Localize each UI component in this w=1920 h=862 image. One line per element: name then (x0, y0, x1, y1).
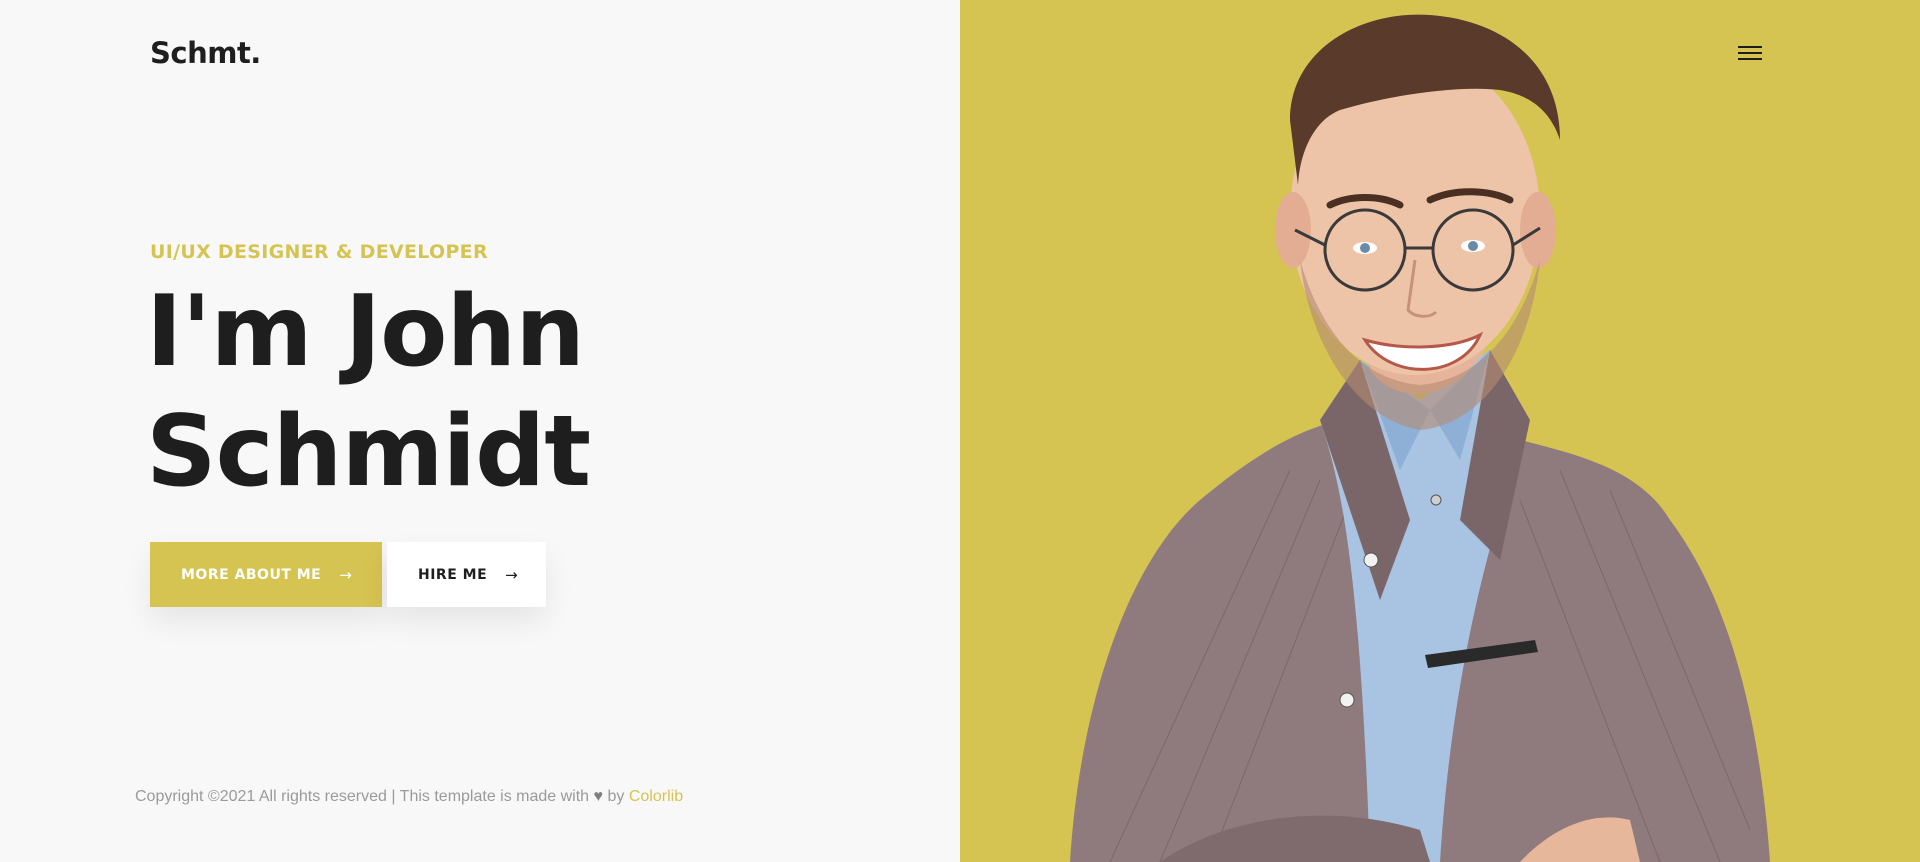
heart-icon: ♥ (593, 788, 604, 805)
headline-line-1: I'm John (146, 275, 585, 389)
menu-bar (1738, 46, 1762, 48)
colorlib-link[interactable]: Colorlib (629, 788, 683, 805)
copyright-text: Copyright ©2021 All rights reserved | Th… (135, 788, 590, 805)
hero-headline: I'm John Schmidt (146, 272, 591, 512)
hamburger-menu-icon[interactable] (1738, 46, 1762, 62)
arrow-right-icon: → (339, 565, 353, 584)
portrait-image (1070, 14, 1770, 862)
by-text: by (607, 788, 625, 805)
menu-bar (1738, 58, 1762, 60)
logo[interactable]: Schmt. (150, 36, 261, 70)
menu-bar (1738, 52, 1762, 54)
footer-copyright: Copyright ©2021 All rights reserved | Th… (135, 788, 683, 806)
hero-subtitle: UI/UX DESIGNER & DEVELOPER (150, 241, 488, 263)
hero-left-panel: Schmt. UI/UX DESIGNER & DEVELOPER I'm Jo… (0, 0, 960, 862)
hire-me-button[interactable]: HIRE ME → (387, 542, 546, 607)
hero-right-panel (960, 0, 1920, 862)
headline-line-2: Schmidt (146, 395, 591, 509)
page: Schmt. UI/UX DESIGNER & DEVELOPER I'm Jo… (0, 0, 1920, 862)
more-about-me-label: MORE ABOUT ME (181, 566, 322, 583)
more-about-me-button[interactable]: MORE ABOUT ME → (150, 542, 382, 607)
hire-me-label: HIRE ME (418, 566, 488, 583)
arrow-right-icon: → (505, 565, 519, 584)
